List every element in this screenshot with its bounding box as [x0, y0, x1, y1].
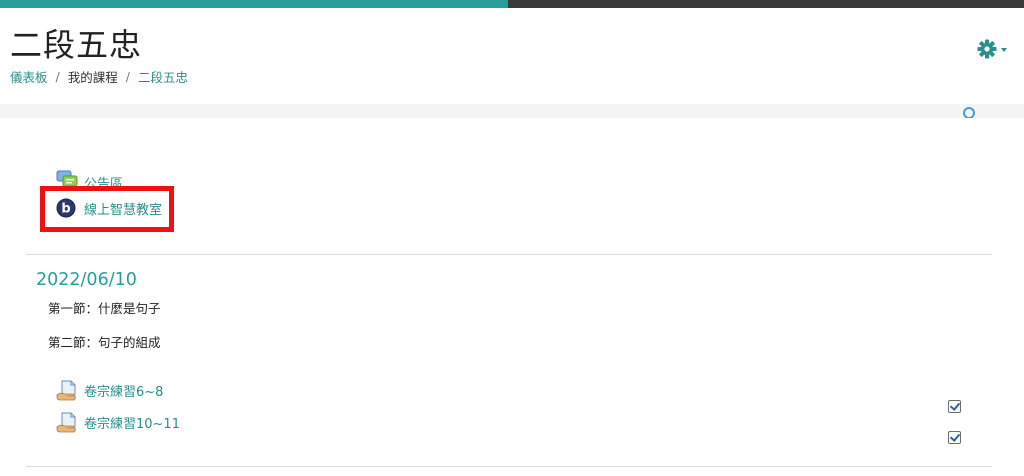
section-summary-line: 第二節：句子的組成 [48, 335, 161, 350]
breadcrumb-dashboard[interactable]: 儀表板 [10, 67, 48, 86]
completion-checkbox[interactable] [948, 400, 961, 413]
completion-checkbox[interactable] [948, 431, 961, 444]
activity-assignment-10-11[interactable]: 卷宗練習10~11 [56, 412, 180, 433]
breadcrumb: 儀表板 / 我的課程 / 二段五忠 [10, 67, 188, 86]
breadcrumb-separator: / [125, 69, 130, 84]
course-progress-fill [0, 0, 508, 8]
highlight-annotation-box [40, 186, 174, 232]
breadcrumb-separator: / [55, 69, 60, 84]
page-header: 二段五忠 儀表板 / 我的課程 / 二段五忠 [0, 8, 1024, 104]
section-summary-line: 第一節：什麼是句子 [48, 301, 161, 316]
section-title[interactable]: 2022/06/10 [36, 270, 137, 290]
breadcrumb-my-courses: 我的課程 [67, 70, 118, 85]
progress-info-fragment [906, 107, 976, 118]
settings-menu-button[interactable] [976, 38, 1012, 60]
page-title: 二段五忠 [10, 26, 143, 64]
header-separator-band [0, 104, 1024, 118]
assignment-icon [56, 412, 78, 433]
gear-icon [977, 39, 1007, 59]
course-progress-bar [0, 0, 1024, 8]
activity-assignment-6-8[interactable]: 卷宗練習6~8 [56, 380, 164, 401]
section-divider [26, 466, 992, 467]
breadcrumb-current-course[interactable]: 二段五忠 [138, 67, 188, 86]
chevron-down-icon [1001, 48, 1007, 52]
activity-label: 卷宗練習6~8 [84, 384, 164, 400]
assignment-icon [56, 380, 78, 401]
section-divider [26, 254, 992, 255]
activity-label: 卷宗練習10~11 [84, 416, 180, 432]
help-icon [963, 107, 975, 118]
